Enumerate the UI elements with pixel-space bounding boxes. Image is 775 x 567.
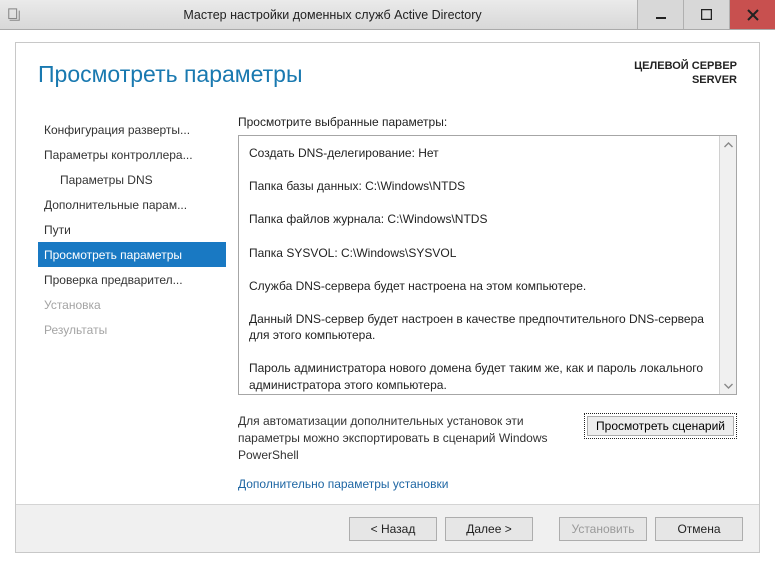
wizard-body: Просмотреть параметры ЦЕЛЕВОЙ СЕРВЕР SER… (15, 42, 760, 553)
options-line-6: Пароль администратора нового домена буде… (249, 360, 709, 392)
scroll-track[interactable] (720, 153, 736, 377)
sidebar-step-8: Результаты (38, 317, 226, 342)
sidebar-step-5[interactable]: Просмотреть параметры (38, 242, 226, 267)
options-text-content: Создать DNS-делегирование: Нет Папка базы… (239, 136, 719, 394)
wizard-steps-sidebar: Конфигурация разверты...Параметры контро… (38, 115, 226, 496)
maximize-icon (701, 9, 712, 20)
maximize-button[interactable] (683, 0, 729, 29)
titlebar: Мастер настройки доменных служб Active D… (0, 0, 775, 30)
wizard-window: Мастер настройки доменных служб Active D… (0, 0, 775, 567)
main-pane: Просмотрите выбранные параметры: Создать… (238, 115, 737, 496)
sidebar-step-6[interactable]: Проверка предварител... (38, 267, 226, 292)
view-script-button[interactable]: Просмотреть сценарий (584, 413, 737, 439)
minimize-icon (655, 9, 667, 21)
app-icon (0, 8, 28, 22)
target-server-name: SERVER (692, 74, 737, 86)
back-button[interactable]: < Назад (349, 517, 437, 541)
target-server-block: ЦЕЛЕВОЙ СЕРВЕР SERVER (634, 59, 737, 88)
sidebar-step-4[interactable]: Пути (38, 217, 226, 242)
options-line-0: Создать DNS-делегирование: Нет (249, 145, 709, 161)
scrollbar[interactable] (719, 136, 736, 394)
minimize-button[interactable] (637, 0, 683, 29)
close-icon (747, 9, 759, 21)
more-about-link[interactable]: Дополнительно параметры установки (238, 477, 737, 491)
sidebar-step-2[interactable]: Параметры DNS (38, 167, 226, 192)
cancel-button[interactable]: Отмена (655, 517, 743, 541)
window-title: Мастер настройки доменных служб Active D… (28, 8, 637, 22)
view-script-button-label[interactable]: Просмотреть сценарий (587, 416, 734, 436)
install-button[interactable]: Установить (559, 517, 647, 541)
scroll-up-button[interactable] (720, 136, 736, 153)
page-title: Просмотреть параметры (38, 61, 303, 88)
options-textbox[interactable]: Создать DNS-делегирование: Нет Папка базы… (238, 135, 737, 395)
export-hint-text: Для автоматизации дополнительных установ… (238, 413, 584, 463)
options-line-4: Служба DNS-сервера будет настроена на эт… (249, 278, 709, 294)
sidebar-step-1[interactable]: Параметры контроллера... (38, 142, 226, 167)
options-line-1: Папка базы данных: C:\Windows\NTDS (249, 178, 709, 194)
export-hint-row: Для автоматизации дополнительных установ… (238, 413, 737, 463)
target-server-label: ЦЕЛЕВОЙ СЕРВЕР (634, 60, 737, 72)
window-frame: Просмотреть параметры ЦЕЛЕВОЙ СЕРВЕР SER… (0, 30, 775, 567)
scroll-down-button[interactable] (720, 377, 736, 394)
options-line-2: Папка файлов журнала: C:\Windows\NTDS (249, 211, 709, 227)
next-button[interactable]: Далее > (445, 517, 533, 541)
sidebar-step-7: Установка (38, 292, 226, 317)
wizard-footer: < Назад Далее > Установить Отмена (16, 504, 759, 552)
options-line-3: Папка SYSVOL: C:\Windows\SYSVOL (249, 245, 709, 261)
chevron-up-icon (724, 142, 733, 148)
chevron-down-icon (724, 383, 733, 389)
options-line-5: Данный DNS-сервер будет настроен в качес… (249, 311, 709, 343)
close-button[interactable] (729, 0, 775, 29)
review-options-label: Просмотрите выбранные параметры: (238, 115, 737, 129)
sidebar-step-3[interactable]: Дополнительные парам... (38, 192, 226, 217)
sidebar-step-0[interactable]: Конфигурация разверты... (38, 117, 226, 142)
window-controls (637, 0, 775, 29)
